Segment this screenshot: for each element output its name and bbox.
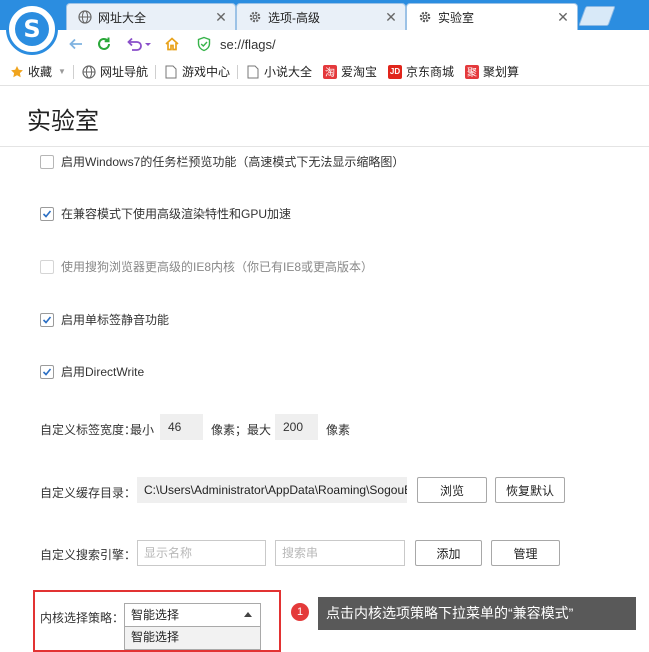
option-label: 启用单标签静音功能 xyxy=(61,313,170,327)
kernel-dropdown-option[interactable]: 智能选择 xyxy=(124,627,261,650)
tab-width-max-input[interactable]: 200 xyxy=(275,414,318,440)
checkmark-icon xyxy=(42,315,52,324)
jd-icon: JD xyxy=(388,64,402,79)
back-arrow-icon xyxy=(69,38,82,50)
chevron-up-icon xyxy=(244,612,252,617)
option-ie8-kernel: 使用搜狗浏览器更高级的IE8内核（你已有IE8或更高版本） xyxy=(40,258,373,275)
browse-button[interactable]: 浏览 xyxy=(417,477,487,503)
bookmark-label: 聚划算 xyxy=(483,65,520,79)
home-icon xyxy=(165,37,179,51)
option-label: 在兼容模式下使用高级渲染特性和GPU加速 xyxy=(61,207,292,221)
bookmark-favorites[interactable]: 收藏 ▼ xyxy=(10,62,66,82)
home-button[interactable] xyxy=(162,34,182,54)
checkbox[interactable] xyxy=(40,364,54,379)
new-tab-button[interactable] xyxy=(578,6,616,26)
select-value: 智能选择 xyxy=(131,608,180,622)
bookmark-separator xyxy=(236,64,238,79)
checkmark-icon xyxy=(42,209,52,218)
option-label: 使用搜狗浏览器更高级的IE8内核（你已有IE8或更高版本） xyxy=(61,260,374,274)
tab-url-directory[interactable]: 网址大全 ✕ xyxy=(66,3,236,30)
checkbox[interactable] xyxy=(40,154,54,169)
search-engine-query-input[interactable]: 搜索串 xyxy=(275,540,405,566)
back-button[interactable] xyxy=(66,34,86,54)
shield-icon xyxy=(197,36,211,52)
bookmark-label: 小说大全 xyxy=(263,65,312,79)
page-icon xyxy=(246,65,260,79)
tab-strip: S 网址大全 ✕ 选项-高级 ✕ 实验室 ✕ xyxy=(0,0,649,55)
cache-dir-input[interactable]: C:\Users\Administrator\AppData\Roaming\S… xyxy=(137,477,407,503)
sogou-logo-mark: S xyxy=(15,12,49,46)
address-text: se://flags/ xyxy=(220,36,276,52)
instruction-tooltip: 点击内核选项策略下拉菜单的“兼容模式” xyxy=(318,597,636,630)
bookmark-label: 收藏 xyxy=(28,65,53,79)
bookmark-label: 游戏中心 xyxy=(181,65,230,79)
navigation-bar: se://flags/ xyxy=(0,30,649,58)
undo-close-button[interactable] xyxy=(124,34,154,54)
close-icon[interactable]: ✕ xyxy=(383,9,399,25)
add-search-engine-button[interactable]: 添加 xyxy=(415,540,482,566)
kernel-strategy-label: 内核选择策略： xyxy=(40,611,125,625)
search-engine-label: 自定义搜索引擎： xyxy=(40,548,137,562)
tab-label: 实验室 xyxy=(438,10,475,25)
tab-width-label: 自定义标签宽度： xyxy=(40,423,137,437)
tab-width-max-unit: 像素 xyxy=(326,423,351,437)
cache-dir-label: 自定义缓存目录： xyxy=(40,486,137,500)
tab-label: 选项-高级 xyxy=(268,10,320,25)
bookmark-juhuasuan[interactable]: 聚 聚划算 xyxy=(465,62,519,82)
tab-width-min-input[interactable]: 46 xyxy=(160,414,203,440)
globe-icon xyxy=(77,9,93,25)
bookmark-url-nav[interactable]: 网址导航 xyxy=(82,62,148,82)
reset-default-button[interactable]: 恢复默认 xyxy=(495,477,565,503)
option-gpu-acceleration[interactable]: 在兼容模式下使用高级渲染特性和GPU加速 xyxy=(40,205,291,222)
tab-label: 网址大全 xyxy=(98,10,147,25)
bookmark-taobao[interactable]: 淘 爱淘宝 xyxy=(322,62,377,82)
bookmark-novels[interactable]: 小说大全 xyxy=(246,62,312,82)
kernel-strategy-select[interactable]: 智能选择 xyxy=(124,603,261,627)
page-title: 实验室 xyxy=(27,107,99,135)
option-win7-taskbar-preview[interactable]: 启用Windows7的任务栏预览功能（高速模式下无法显示缩略图） xyxy=(40,153,404,170)
checkbox[interactable] xyxy=(40,312,54,327)
bookmark-label: 网址导航 xyxy=(99,65,148,79)
step-badge: 1 xyxy=(291,603,309,621)
close-icon[interactable]: ✕ xyxy=(555,9,571,25)
bookmark-separator xyxy=(72,64,74,79)
gear-icon xyxy=(247,9,263,25)
gear-icon xyxy=(417,9,433,25)
option-tab-mute[interactable]: 启用单标签静音功能 xyxy=(40,311,169,328)
refresh-icon xyxy=(98,37,110,50)
address-bar[interactable]: se://flags/ xyxy=(196,34,645,54)
bookmark-game-center[interactable]: 游戏中心 xyxy=(164,62,230,82)
manage-search-engine-button[interactable]: 管理 xyxy=(491,540,560,566)
tab-lab[interactable]: 实验室 ✕ xyxy=(406,3,578,30)
option-label: 启用Windows7的任务栏预览功能（高速模式下无法显示缩略图） xyxy=(61,155,405,169)
page-icon xyxy=(164,65,178,79)
juhuasuan-icon: 聚 xyxy=(465,64,480,79)
option-label: 启用DirectWrite xyxy=(61,365,145,379)
bookmark-label: 京东商城 xyxy=(406,65,455,79)
bookmark-label: 爱淘宝 xyxy=(340,65,377,79)
globe-icon xyxy=(82,64,96,79)
bookmark-jd[interactable]: JD 京东商城 xyxy=(388,62,454,82)
checkbox xyxy=(40,259,54,274)
tab-width-min-unit: 像素；最大 xyxy=(211,423,272,437)
sogou-logo[interactable]: S xyxy=(6,3,58,55)
undo-icon xyxy=(127,37,151,51)
refresh-button[interactable] xyxy=(94,34,114,54)
title-divider xyxy=(0,146,649,147)
star-icon xyxy=(10,65,24,79)
option-directwrite[interactable]: 启用DirectWrite xyxy=(40,363,144,380)
taobao-icon: 淘 xyxy=(322,64,337,79)
chevron-down-icon[interactable]: ▼ xyxy=(58,67,66,76)
tab-options-advanced[interactable]: 选项-高级 ✕ xyxy=(236,3,406,30)
checkbox[interactable] xyxy=(40,206,54,221)
bookmarks-bar: 收藏 ▼ 网址导航 游戏中心 小说大全 淘 爱淘宝 JD 京东商城 聚 聚划算 xyxy=(0,58,649,86)
search-engine-name-input[interactable]: 显示名称 xyxy=(137,540,266,566)
checkmark-icon xyxy=(42,367,52,376)
tab-width-min-label: 最小 xyxy=(130,423,155,437)
close-icon[interactable]: ✕ xyxy=(213,9,229,25)
logo-s-icon: S xyxy=(23,15,41,43)
bookmark-separator xyxy=(154,64,156,79)
